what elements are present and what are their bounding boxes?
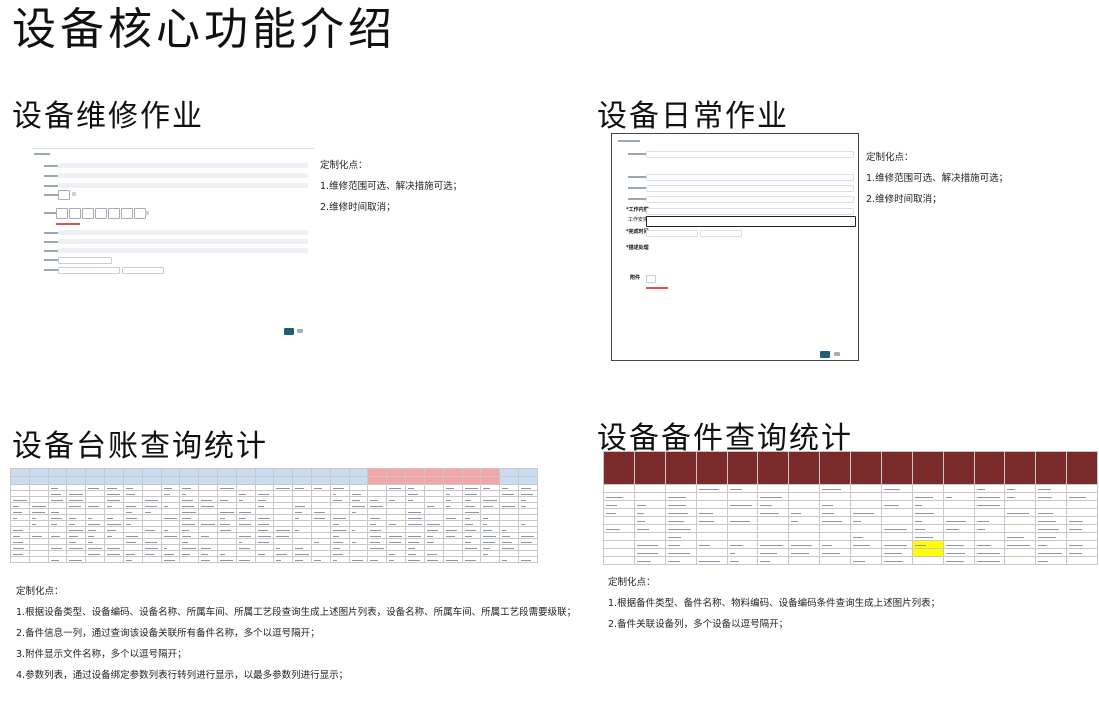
page-title: 设备核心功能介绍 <box>12 2 396 58</box>
daily-form-label-3: *描述处理 <box>626 244 649 251</box>
ledger-table-grid <box>10 468 538 563</box>
spares-table-grid <box>603 451 1098 565</box>
maintenance-note-1: 1.维修范围可选、解决措施可选； <box>320 180 462 193</box>
daily-note-2: 2.维修时间取消； <box>866 193 1008 206</box>
daily-section-title: 设备日常作业 <box>597 98 789 136</box>
maintenance-section-title: 设备维修作业 <box>12 98 204 136</box>
spares-note-0: 定制化点： <box>608 576 940 589</box>
maintenance-form-thumbnail <box>32 148 314 341</box>
maintenance-notes: 定制化点： 1.维修范围可选、解决措施可选； 2.维修时间取消； <box>320 159 462 222</box>
daily-note-1: 1.维修范围可选、解决措施可选； <box>866 172 1008 185</box>
ledger-notes: 定制化点： 1.根据设备类型、设备编码、设备名称、所属车间、所属工艺段查询生成上… <box>16 585 576 690</box>
ledger-note-4: 4.参数列表，通过设备绑定参数列表行转列进行显示，以最多参数列进行显示； <box>16 669 576 682</box>
daily-form-label-1: 工作安排 <box>628 216 648 223</box>
daily-form-label-4: 附件 <box>630 274 640 281</box>
maintenance-note-2: 2.维修时间取消； <box>320 201 462 214</box>
ledger-section-title: 设备台账查询统计 <box>12 428 268 466</box>
spares-table-thumbnail <box>603 451 1098 559</box>
spares-note-1: 1.根据备件类型、备件名称、物料编码、设备编码条件查询生成上述图片列表； <box>608 597 940 610</box>
ledger-note-1: 1.根据设备类型、设备编码、设备名称、所属车间、所属工艺段查询生成上述图片列表，… <box>16 606 576 619</box>
ledger-note-2: 2.备件信息一列，通过查询该设备关联所有备件名称，多个以逗号隔开； <box>16 627 576 640</box>
spares-notes: 定制化点： 1.根据备件类型、备件名称、物料编码、设备编码条件查询生成上述图片列… <box>608 576 940 639</box>
ledger-table-thumbnail <box>10 468 538 564</box>
daily-notes: 定制化点： 1.维修范围可选、解决措施可选； 2.维修时间取消； <box>866 151 1008 214</box>
ledger-note-3: 3.附件显示文件名称，多个以逗号隔开； <box>16 648 576 661</box>
maintenance-note-0: 定制化点： <box>320 159 462 172</box>
daily-form-thumbnail: *工作内容 工作安排 *完成时间 *描述处理 附件 <box>611 133 859 361</box>
daily-note-0: 定制化点： <box>866 151 1008 164</box>
ledger-note-0: 定制化点： <box>16 585 576 598</box>
spares-note-2: 2.备件关联设备列，多个设备以逗号隔开； <box>608 618 940 631</box>
